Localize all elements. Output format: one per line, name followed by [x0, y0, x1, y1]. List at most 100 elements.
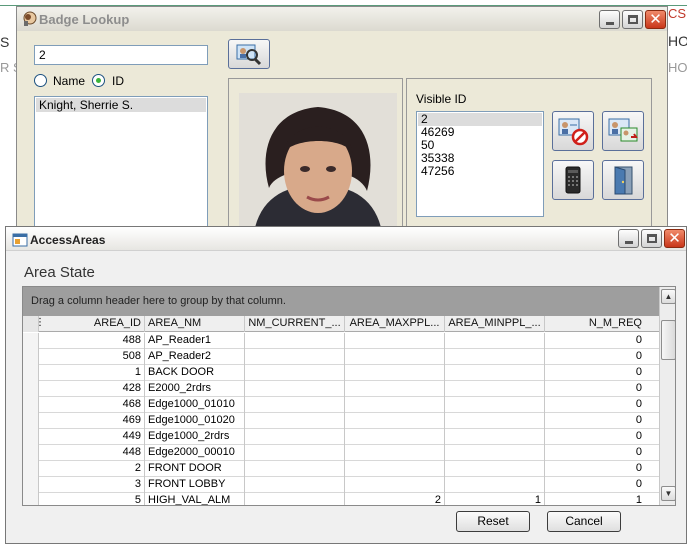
cell-area-nm[interactable]: Edge1000_01020	[145, 413, 245, 429]
area-state-grid[interactable]: Drag a column header here to group by th…	[22, 286, 676, 506]
scroll-down-button[interactable]: ▼	[661, 486, 675, 501]
cell-area-minppl[interactable]	[445, 445, 545, 461]
table-row[interactable]: 468 Edge1000_01010 0	[23, 397, 659, 413]
row-indicator[interactable]	[23, 477, 39, 493]
row-indicator[interactable]	[23, 445, 39, 461]
cell-area-maxppl[interactable]	[345, 445, 445, 461]
table-row[interactable]: 448 Edge2000_00010 0	[23, 445, 659, 461]
cell-nm-current[interactable]	[245, 493, 345, 505]
search-button[interactable]	[228, 39, 270, 69]
cell-area-id[interactable]: 468	[39, 397, 145, 413]
radio-name[interactable]	[34, 74, 47, 87]
cell-n-m-req[interactable]: 0	[545, 413, 645, 429]
cell-area-id[interactable]: 2	[39, 461, 145, 477]
cell-area-nm[interactable]: HIGH_VAL_ALM	[145, 493, 245, 505]
row-indicator[interactable]	[23, 381, 39, 397]
cell-area-nm[interactable]: Edge1000_2rdrs	[145, 429, 245, 445]
cell-n-m-req[interactable]: 0	[545, 381, 645, 397]
cell-area-nm[interactable]: BACK DOOR	[145, 365, 245, 381]
cell-area-maxppl[interactable]	[345, 333, 445, 349]
title-bar[interactable]: AccessAreas ✕	[6, 227, 686, 251]
cell-area-maxppl[interactable]	[345, 461, 445, 477]
cell-area-id[interactable]: 448	[39, 445, 145, 461]
card-reader-button[interactable]	[552, 160, 594, 200]
column-header-area-nm[interactable]: AREA_NM	[145, 316, 245, 332]
cell-area-nm[interactable]: AP_Reader1	[145, 333, 245, 349]
door-button[interactable]	[602, 160, 644, 200]
list-item[interactable]: Knight, Sherrie S.	[36, 98, 206, 112]
cell-n-m-req[interactable]: 0	[545, 477, 645, 493]
cell-area-minppl[interactable]: 1	[445, 493, 545, 505]
minimize-button[interactable]	[618, 229, 639, 248]
table-row[interactable]: 469 Edge1000_01020 0	[23, 413, 659, 429]
maximize-button[interactable]	[622, 10, 643, 29]
cell-area-nm[interactable]: AP_Reader2	[145, 349, 245, 365]
row-indicator[interactable]	[23, 429, 39, 445]
cell-n-m-req[interactable]: 0	[545, 333, 645, 349]
table-row[interactable]: 2 FRONT DOOR 0	[23, 461, 659, 477]
list-item[interactable]: 47256	[418, 165, 542, 178]
column-header-area-maxppl[interactable]: AREA_MAXPPL...	[345, 316, 445, 332]
cell-nm-current[interactable]	[245, 429, 345, 445]
table-row[interactable]: 3 FRONT LOBBY 0	[23, 477, 659, 493]
cell-area-minppl[interactable]	[445, 461, 545, 477]
cell-area-minppl[interactable]	[445, 365, 545, 381]
column-header-n-m-req[interactable]: N_M_REQ	[545, 316, 645, 332]
minimize-button[interactable]	[599, 10, 620, 29]
table-row[interactable]: 5 HIGH_VAL_ALM 2 1 1	[23, 493, 659, 505]
cell-area-id[interactable]: 508	[39, 349, 145, 365]
cell-nm-current[interactable]	[245, 365, 345, 381]
cell-area-minppl[interactable]	[445, 349, 545, 365]
cell-area-maxppl[interactable]: 2	[345, 493, 445, 505]
row-indicator[interactable]	[23, 493, 39, 505]
table-row[interactable]: 428 E2000_2rdrs 0	[23, 381, 659, 397]
row-indicator[interactable]	[23, 349, 39, 365]
radio-id[interactable]	[92, 74, 105, 87]
cell-area-minppl[interactable]	[445, 333, 545, 349]
title-bar[interactable]: Badge Lookup ✕	[17, 7, 667, 31]
cell-area-id[interactable]: 3	[39, 477, 145, 493]
cell-area-id[interactable]: 449	[39, 429, 145, 445]
scroll-thumb[interactable]	[661, 320, 675, 360]
cell-n-m-req[interactable]: 0	[545, 445, 645, 461]
cell-area-minppl[interactable]	[445, 429, 545, 445]
cell-area-minppl[interactable]	[445, 397, 545, 413]
row-indicator[interactable]	[23, 413, 39, 429]
vertical-scrollbar[interactable]: ▲ ▼	[659, 287, 675, 505]
reset-button[interactable]: Reset	[456, 511, 530, 532]
badge-deny-button[interactable]	[552, 111, 594, 151]
column-header-area-minppl[interactable]: AREA_MINPPL_...	[445, 316, 545, 332]
cell-n-m-req[interactable]: 0	[545, 461, 645, 477]
name-results-list[interactable]: Knight, Sherrie S.	[34, 96, 208, 236]
cell-n-m-req[interactable]: 0	[545, 397, 645, 413]
cell-area-nm[interactable]: Edge2000_00010	[145, 445, 245, 461]
cell-area-nm[interactable]: FRONT DOOR	[145, 461, 245, 477]
row-indicator[interactable]	[23, 461, 39, 477]
visible-id-list[interactable]: 2 46269 50 35338 47256	[416, 111, 544, 217]
cell-nm-current[interactable]	[245, 413, 345, 429]
cell-area-minppl[interactable]	[445, 413, 545, 429]
scroll-up-button[interactable]: ▲	[661, 289, 675, 304]
cell-nm-current[interactable]	[245, 477, 345, 493]
cell-area-id[interactable]: 1	[39, 365, 145, 381]
cell-n-m-req[interactable]: 0	[545, 429, 645, 445]
table-row[interactable]: 449 Edge1000_2rdrs 0	[23, 429, 659, 445]
close-button[interactable]: ✕	[645, 10, 666, 29]
row-indicator[interactable]	[23, 333, 39, 349]
cell-area-maxppl[interactable]	[345, 397, 445, 413]
badge-search-input[interactable]	[34, 45, 208, 65]
cell-area-nm[interactable]: FRONT LOBBY	[145, 477, 245, 493]
cell-area-maxppl[interactable]	[345, 349, 445, 365]
cell-nm-current[interactable]	[245, 349, 345, 365]
cell-nm-current[interactable]	[245, 381, 345, 397]
table-row[interactable]: 508 AP_Reader2 0	[23, 349, 659, 365]
badge-transfer-button[interactable]	[602, 111, 644, 151]
close-button[interactable]: ✕	[664, 229, 685, 248]
cell-area-nm[interactable]: Edge1000_01010	[145, 397, 245, 413]
cell-area-maxppl[interactable]	[345, 477, 445, 493]
row-indicator[interactable]	[23, 397, 39, 413]
cell-area-maxppl[interactable]	[345, 413, 445, 429]
cell-area-id[interactable]: 5	[39, 493, 145, 505]
cell-nm-current[interactable]	[245, 461, 345, 477]
table-row[interactable]: 488 AP_Reader1 0	[23, 333, 659, 349]
